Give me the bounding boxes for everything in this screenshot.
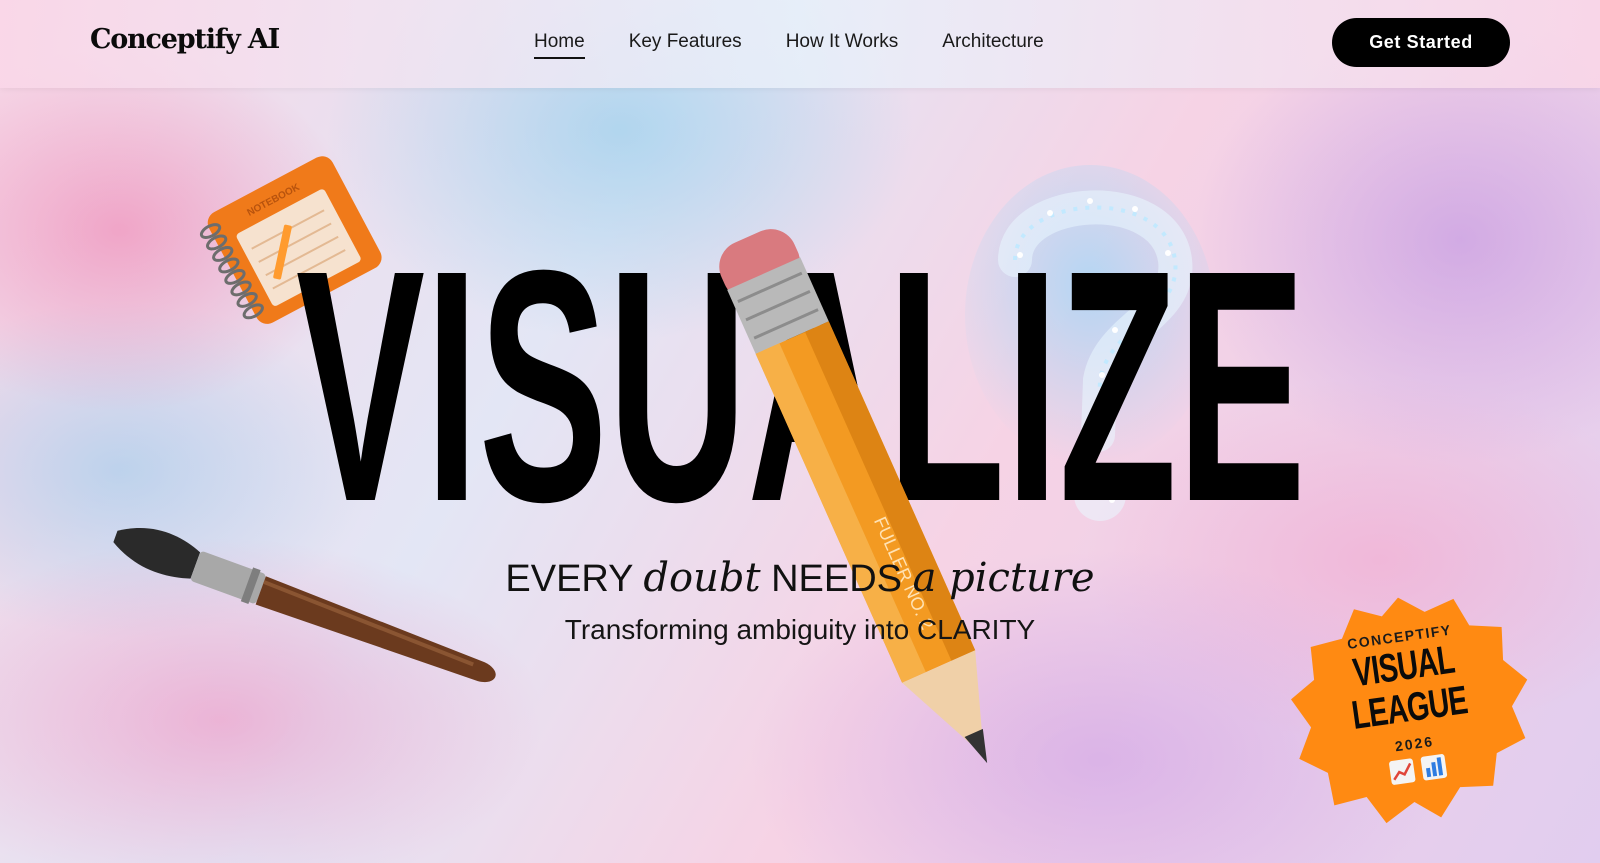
tagline-italic-2: a picture — [912, 555, 1095, 601]
landing-page: Conceptify AI Home Key Features How It W… — [0, 0, 1600, 863]
tagline-italic-1: doubt — [643, 555, 761, 601]
nav-architecture[interactable]: Architecture — [942, 31, 1043, 59]
line-chart-icon — [1388, 758, 1416, 786]
badge-text-group: CONCEPTIFY VISUAL LEAGUE 2026 — [1274, 576, 1545, 847]
tagline-part-2: NEEDS — [760, 558, 913, 600]
main-nav: Home Key Features How It Works Architect… — [534, 31, 1044, 59]
bar-chart-icon — [1420, 753, 1448, 781]
nav-home[interactable]: Home — [534, 31, 585, 59]
visual-league-badge: CONCEPTIFY VISUAL LEAGUE 2026 — [1290, 592, 1530, 832]
brand-logo[interactable]: Conceptify AI — [90, 24, 280, 55]
get-started-button[interactable]: Get Started — [1332, 18, 1510, 67]
nav-key-features[interactable]: Key Features — [629, 31, 742, 59]
tagline-part-1: EVERY — [505, 558, 644, 600]
pencil-illustration: FULLER NO. 2 — [680, 190, 1060, 810]
top-navbar: Conceptify AI Home Key Features How It W… — [0, 0, 1600, 88]
nav-how-it-works[interactable]: How It Works — [786, 31, 899, 59]
